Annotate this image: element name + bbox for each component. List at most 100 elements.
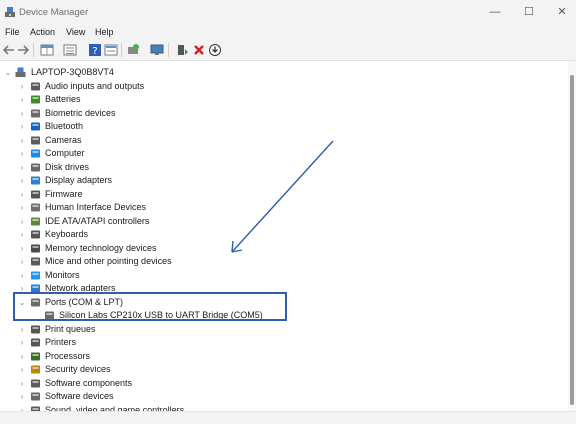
tree-category-label: Print queues [45,323,96,334]
tree-category[interactable]: › Software devices [0,390,540,403]
vertical-scrollbar[interactable] [568,61,576,411]
security-device-icon [31,365,40,374]
monitor-icon [31,271,40,279]
back-icon[interactable] [2,43,16,57]
enable-device-icon[interactable] [176,43,190,57]
tree-category-label: Mice and other pointing devices [45,256,172,266]
firmware-icon [31,190,40,198]
scan-hardware-icon[interactable] [126,43,140,57]
chevron-right-icon[interactable]: › [18,363,26,376]
tree-category[interactable]: › Display adapters [0,174,540,187]
chevron-right-icon[interactable]: › [18,134,26,147]
tree-category-label: Software devices [45,391,114,401]
help-icon[interactable]: ? [88,43,102,57]
chevron-right-icon[interactable]: › [18,147,26,160]
tree-category[interactable]: › Sound, video and game controllers [0,404,540,412]
chevron-right-icon[interactable]: › [18,390,26,403]
tree-category[interactable]: › Batteries [0,93,540,106]
tree-category-label: Software components [45,377,133,388]
tree-root-label: LAPTOP-3Q0B8VT4 [31,67,114,77]
tree-category[interactable]: › Cameras [0,134,540,147]
tree-category[interactable]: › Print queues [0,323,540,336]
update-driver-icon[interactable] [208,43,222,57]
chevron-right-icon[interactable]: › [18,107,26,120]
toolbar-separator [33,43,34,57]
tree-category[interactable]: › Printers [0,336,540,349]
details-view-icon[interactable] [104,43,118,57]
uninstall-icon[interactable] [192,43,206,57]
menu-file[interactable]: File [5,27,20,37]
tree-category-label: Cameras [45,134,82,145]
tree-category[interactable]: › IDE ATA/ATAPI controllers [0,215,540,228]
chevron-right-icon[interactable]: › [18,80,26,93]
window-title: Device Manager [19,7,89,18]
chevron-right-icon[interactable]: › [18,255,26,268]
tree-category[interactable]: › Software components [0,377,540,390]
maximize-icon: ☐ [524,6,534,18]
chevron-right-icon[interactable]: › [18,228,26,241]
menu-help[interactable]: Help [95,27,114,37]
fingerprint-icon [31,109,40,117]
menu-bar: File Action View Help [0,24,576,40]
tree-category[interactable]: › Processors [0,350,540,363]
list-view-icon[interactable] [63,43,77,57]
minimize-button[interactable]: — [478,0,512,24]
chevron-right-icon[interactable]: › [18,215,26,228]
disk-drive-icon [31,163,40,171]
tree-category[interactable]: › Bluetooth [0,120,540,133]
chevron-right-icon[interactable]: › [18,377,26,390]
tree-category-label: Disk drives [45,161,90,172]
monitor-icon[interactable] [150,43,164,57]
chevron-right-icon[interactable]: › [18,161,26,174]
chevron-right-icon[interactable]: › [18,336,26,349]
tree-category-label: Security devices [45,364,111,374]
chevron-right-icon[interactable]: › [18,201,26,214]
forward-icon[interactable] [16,43,30,57]
tree-category-label: Firmware [45,188,83,199]
tree-category[interactable]: › Disk drives [0,161,540,174]
chevron-right-icon[interactable]: › [18,174,26,187]
tree-category[interactable]: › Security devices [0,363,540,376]
highlight-box [13,292,287,321]
tree-root[interactable]: ⌄ LAPTOP-3Q0B8VT4 [0,66,300,79]
tree-category[interactable]: › Monitors [0,269,540,282]
tree-category[interactable]: › Audio inputs and outputs [0,80,540,93]
chevron-right-icon[interactable]: › [18,120,26,133]
chevron-right-icon[interactable]: › [18,93,26,106]
scrollbar-thumb[interactable] [570,75,574,405]
chevron-right-icon[interactable]: › [18,188,26,201]
close-button[interactable]: ✕ [545,0,576,24]
chevron-down-icon[interactable]: ⌄ [4,66,12,79]
keyboard-icon [31,230,40,239]
tree-category[interactable]: › Computer [0,147,540,160]
tree-category-label: Bluetooth [45,121,84,131]
printer-icon [31,338,40,347]
hid-icon [31,203,40,212]
bluetooth-icon [31,122,40,131]
computer-icon [31,149,40,158]
device-tree: ⌄ LAPTOP-3Q0B8VT4 › Audio inputs and outp… [0,61,568,411]
chevron-right-icon[interactable]: › [18,269,26,282]
tree-category-label: Printers [45,337,77,347]
chevron-right-icon[interactable]: › [18,242,26,255]
tree-category-label: Keyboards [45,229,89,239]
maximize-button[interactable]: ☐ [512,0,546,24]
menu-view[interactable]: View [66,27,85,37]
computer-root-icon [15,67,26,77]
menu-action[interactable]: Action [30,27,55,37]
chevron-right-icon[interactable]: › [18,404,26,412]
chevron-right-icon[interactable]: › [18,350,26,363]
tree-category[interactable]: › Keyboards [0,228,540,241]
status-bar [0,411,576,424]
properties-grid-icon[interactable] [40,43,54,57]
tree-category-label: Processors [45,350,91,361]
tree-category[interactable]: › Firmware [0,188,540,201]
tree-category[interactable]: › Mice and other pointing devices [0,255,540,268]
tree-category[interactable]: › Memory technology devices [0,242,540,255]
tree-category[interactable]: › Human Interface Devices [0,201,540,214]
tree-category-label: Memory technology devices [45,242,157,253]
chevron-right-icon[interactable]: › [18,323,26,336]
display-adapter-icon [31,176,40,185]
tree-category[interactable]: › Biometric devices [0,107,540,120]
mouse-icon [31,257,40,266]
